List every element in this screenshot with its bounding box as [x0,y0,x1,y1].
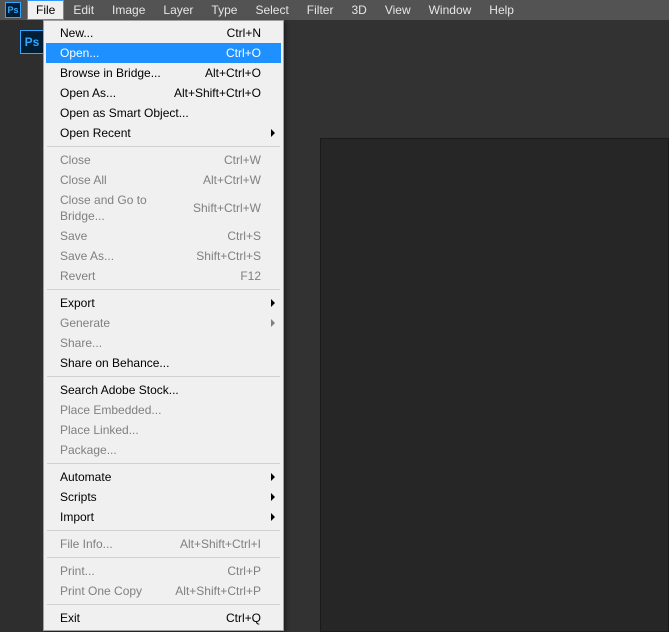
menu-separator [47,289,280,290]
menuitem-label: Open As... [60,85,116,101]
chevron-right-icon [271,493,275,501]
menuitem-share-on-behance[interactable]: Share on Behance... [46,353,281,373]
menuitem-export[interactable]: Export [46,293,281,313]
menu-separator [47,146,280,147]
menuitem-close-and-go-to-bridge[interactable]: Close and Go to Bridge...Shift+Ctrl+W [46,190,281,226]
menu-file[interactable]: File [27,0,64,20]
menuitem-shortcut: Alt+Shift+Ctrl+P [175,583,261,599]
menuitem-shortcut: Alt+Ctrl+W [203,172,261,188]
menuitem-shortcut: Ctrl+P [227,563,261,579]
chevron-right-icon [271,513,275,521]
menuitem-search-adobe-stock[interactable]: Search Adobe Stock... [46,380,281,400]
tools-panel [0,20,40,632]
chevron-right-icon [271,473,275,481]
canvas-area [320,138,669,632]
menu-filter[interactable]: Filter [298,0,343,20]
menuitem-label: Place Linked... [60,422,139,438]
menu-window[interactable]: Window [420,0,481,20]
chevron-right-icon [271,319,275,327]
menu-separator [47,604,280,605]
menuitem-place-embedded[interactable]: Place Embedded... [46,400,281,420]
menuitem-label: Scripts [60,489,97,505]
menuitem-label: Open... [60,45,99,61]
menuitem-scripts[interactable]: Scripts [46,487,281,507]
chevron-right-icon [271,299,275,307]
menuitem-label: Share... [60,335,102,351]
menuitem-automate[interactable]: Automate [46,467,281,487]
menuitem-shortcut: Ctrl+S [227,228,261,244]
menuitem-label: Print... [60,563,95,579]
menuitem-shortcut: Shift+Ctrl+S [196,248,261,264]
menuitem-open-as-smart-object[interactable]: Open as Smart Object... [46,103,281,123]
menuitem-close[interactable]: Close Ctrl+W [46,150,281,170]
menu-separator [47,463,280,464]
file-menu-dropdown: New... Ctrl+N Open... Ctrl+O Browse in Bridg… [43,20,284,631]
menuitem-exit[interactable]: Exit Ctrl+Q [46,608,281,628]
menuitem-shortcut: Ctrl+O [226,45,261,61]
menuitem-shortcut: Ctrl+N [227,25,261,41]
menuitem-label: Search Adobe Stock... [60,382,179,398]
menuitem-label: Open as Smart Object... [60,105,189,121]
menuitem-generate[interactable]: Generate [46,313,281,333]
menuitem-shortcut: Alt+Shift+Ctrl+O [174,85,261,101]
menuitem-file-info[interactable]: File Info... Alt+Shift+Ctrl+I [46,534,281,554]
menu-image[interactable]: Image [103,0,154,20]
menuitem-label: Save [60,228,87,244]
menuitem-browse-in-bridge[interactable]: Browse in Bridge... Alt+Ctrl+O [46,63,281,83]
menuitem-place-linked[interactable]: Place Linked... [46,420,281,440]
menuitem-revert[interactable]: Revert F12 [46,266,281,286]
menuitem-label: Save As... [60,248,114,264]
menuitem-shortcut: F12 [240,268,261,284]
menuitem-label: Revert [60,268,95,284]
menuitem-label: Exit [60,610,80,626]
menuitem-label: Export [60,295,95,311]
menuitem-label: File Info... [60,536,113,552]
menuitem-open[interactable]: Open... Ctrl+O [46,43,281,63]
menu-help[interactable]: Help [480,0,523,20]
menuitem-label: Package... [60,442,117,458]
menu-edit[interactable]: Edit [64,0,103,20]
menubar: Ps FileEditImageLayerTypeSelectFilter3DV… [0,0,669,20]
menuitem-share[interactable]: Share... [46,333,281,353]
chevron-right-icon [271,129,275,137]
menuitem-label: Close and Go to Bridge... [60,192,193,224]
menuitem-package[interactable]: Package... [46,440,281,460]
menuitem-label: New... [60,25,93,41]
menuitem-label: Place Embedded... [60,402,161,418]
menuitem-print-one-copy[interactable]: Print One Copy Alt+Shift+Ctrl+P [46,581,281,601]
menuitem-label: Share on Behance... [60,355,169,371]
menuitem-label: Close All [60,172,107,188]
menu-3d[interactable]: 3D [342,0,375,20]
menuitem-label: Automate [60,469,111,485]
menuitem-print[interactable]: Print... Ctrl+P [46,561,281,581]
menuitem-label: Import [60,509,94,525]
menuitem-label: Generate [60,315,110,331]
menuitem-save-as[interactable]: Save As... Shift+Ctrl+S [46,246,281,266]
menuitem-label: Print One Copy [60,583,142,599]
menuitem-close-all[interactable]: Close All Alt+Ctrl+W [46,170,281,190]
menuitem-new[interactable]: New... Ctrl+N [46,23,281,43]
menuitem-save[interactable]: Save Ctrl+S [46,226,281,246]
menuitem-shortcut: Alt+Ctrl+O [205,65,261,81]
menuitem-label: Open Recent [60,125,131,141]
menuitem-open-as[interactable]: Open As... Alt+Shift+Ctrl+O [46,83,281,103]
ps-logo-badge: Ps [20,30,44,54]
menuitem-shortcut: Ctrl+Q [226,610,261,626]
menuitem-import[interactable]: Import [46,507,281,527]
menu-separator [47,530,280,531]
menuitem-label: Browse in Bridge... [60,65,161,81]
menu-select[interactable]: Select [246,0,297,20]
menuitem-shortcut: Alt+Shift+Ctrl+I [180,536,261,552]
menu-separator [47,376,280,377]
menu-view[interactable]: View [376,0,420,20]
menuitem-shortcut: Ctrl+W [224,152,261,168]
menu-layer[interactable]: Layer [154,0,202,20]
app-icon: Ps [5,2,21,18]
menuitem-label: Close [60,152,91,168]
menuitem-open-recent[interactable]: Open Recent [46,123,281,143]
menuitem-shortcut: Shift+Ctrl+W [193,200,261,216]
menu-type[interactable]: Type [202,0,246,20]
menu-separator [47,557,280,558]
